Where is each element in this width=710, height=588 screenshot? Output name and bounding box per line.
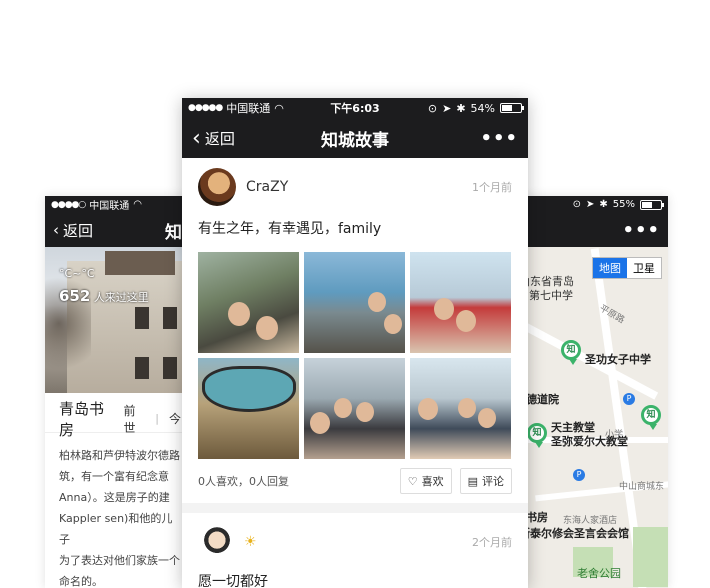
comment-icon: ▤ xyxy=(467,474,478,488)
map-label: 斯泰尔修会圣言会会馆 xyxy=(519,527,629,540)
map-mode-button[interactable]: 地图 xyxy=(593,258,627,278)
back-button[interactable]: ‹ 返回 xyxy=(53,220,93,241)
transit-icon: P xyxy=(573,469,585,481)
chevron-left-icon: ‹ xyxy=(53,221,59,239)
post-photo[interactable] xyxy=(198,252,299,353)
wifi-icon: ◠ xyxy=(133,199,142,210)
post-text: 有生之年，有幸遇见，family xyxy=(198,221,382,237)
left-phone-screen: ●●●●○ 中国联通 ◠ ‹ 返回 知 °C~°C 652 人来过这里 青岛书房… xyxy=(45,196,195,588)
post-text: 愿一切都好 xyxy=(198,574,268,588)
transit-icon: P xyxy=(623,393,635,405)
carrier-label: 中国联通 xyxy=(89,201,130,212)
story-pin-icon[interactable]: 知 xyxy=(527,423,547,448)
sun-icon: ☀ xyxy=(244,534,257,550)
post-header: ☀ 2个月前 xyxy=(198,513,512,565)
map-type-toggle[interactable]: 地图 卫星 xyxy=(592,257,662,279)
place-name: 青岛书房 xyxy=(59,399,105,439)
post-photo[interactable] xyxy=(410,358,511,459)
story-pin-icon[interactable]: 知 xyxy=(641,405,661,430)
comment-button[interactable]: ▤ 评论 xyxy=(459,468,512,494)
post-photo[interactable] xyxy=(304,252,405,353)
battery-icon xyxy=(500,103,524,113)
post-photo[interactable] xyxy=(198,358,299,459)
post-photo[interactable] xyxy=(410,252,511,353)
window xyxy=(163,357,177,379)
place-description: 柏林路和芦伊特波尔德路 筑，有一个富有纪念意 Anna）。这是房子的建 Kapp… xyxy=(59,449,180,588)
map-label: 老舍公园 xyxy=(577,567,621,580)
tab-present[interactable]: 今 xyxy=(169,410,181,427)
map-label: 小学 xyxy=(605,430,624,440)
post-photo[interactable] xyxy=(304,358,405,459)
map-view[interactable]: 地图 卫星 山东省青岛 第七中学 平原路 知 圣功女子中学 东德道院 P 知 知… xyxy=(515,247,668,588)
place-header: 青岛书房 前世 | 今 xyxy=(45,393,195,439)
back-label: 返回 xyxy=(63,221,94,240)
visit-count: 652 人来过这里 xyxy=(59,287,149,305)
tab-past[interactable]: 前世 xyxy=(123,402,145,436)
right-phone-screen: ⊙ ➤ ✱ 55% ••• 地图 卫星 山东省青岛 第七中学 平原路 知 圣功女… xyxy=(515,196,668,588)
post-actions: 0人喜欢，0人回复 ♡ 喜欢 ▤ 评论 xyxy=(198,459,512,503)
username[interactable]: CraZY xyxy=(246,179,288,195)
window xyxy=(135,307,149,329)
back-button[interactable]: ‹ 返回 xyxy=(192,126,235,151)
post-header: CraZY 1个月前 xyxy=(198,158,512,210)
status-right: ⊙ ➤ ✱ 55% xyxy=(572,199,664,210)
post-stats: 0人喜欢，0人回复 xyxy=(198,475,289,488)
back-label: 返回 xyxy=(204,129,235,148)
roof-image xyxy=(105,251,175,275)
nav-bar: ••• xyxy=(515,213,668,247)
heart-icon: ♡ xyxy=(407,474,418,488)
visit-number: 652 xyxy=(59,287,91,305)
map-label: 第七中学 xyxy=(529,289,573,302)
status-bar: ●●●●● 中国联通 ◠ 下午6:03 ⊙ ➤ ✱ 54% xyxy=(182,98,528,118)
satellite-mode-button[interactable]: 卫星 xyxy=(627,258,661,278)
chevron-left-icon: ‹ xyxy=(192,125,201,151)
temperature-label: °C~°C xyxy=(59,267,95,280)
post-time: 2个月前 xyxy=(472,536,512,549)
photo-grid xyxy=(198,252,512,459)
more-button[interactable]: ••• xyxy=(480,128,518,149)
story-pin-icon[interactable]: 知 xyxy=(561,340,581,365)
story-card: ☀ 2个月前 愿一切都好 xyxy=(182,513,528,588)
location-arrow-icon: ➤ xyxy=(585,199,595,210)
map-label: 圣功女子中学 xyxy=(585,353,651,366)
app-showcase: ●●●●○ 中国联通 ◠ ‹ 返回 知 °C~°C 652 人来过这里 青岛书房… xyxy=(0,0,710,588)
like-label: 喜欢 xyxy=(421,475,444,488)
center-phone-screen: ●●●●● 中国联通 ◠ 下午6:03 ⊙ ➤ ✱ 54% ‹ 返回 知城故事 … xyxy=(182,98,528,588)
nav-bar: ‹ 返回 知 xyxy=(45,213,195,247)
card-divider xyxy=(182,503,528,513)
avatar[interactable] xyxy=(198,168,236,206)
place-photo: °C~°C 652 人来过这里 xyxy=(45,247,195,393)
battery-label: 55% xyxy=(612,199,635,210)
status-bar: ⊙ ➤ ✱ 55% xyxy=(515,196,668,213)
nav-bar: ‹ 返回 知城故事 ••• xyxy=(182,118,528,158)
signal-icon: ●●●●○ xyxy=(51,199,86,210)
map-label: 中山商城东 xyxy=(619,482,665,492)
visit-suffix: 人来过这里 xyxy=(93,291,149,304)
window xyxy=(163,307,177,329)
bluetooth-icon: ✱ xyxy=(599,199,608,210)
avatar[interactable] xyxy=(198,523,236,561)
window xyxy=(135,357,149,379)
tab-divider: | xyxy=(155,412,159,425)
clock-label: 下午6:03 xyxy=(330,102,380,115)
status-bar: ●●●●○ 中国联通 ◠ xyxy=(45,196,195,213)
comment-label: 评论 xyxy=(482,475,504,488)
like-button[interactable]: ♡ 喜欢 xyxy=(399,468,452,494)
story-card: CraZY 1个月前 有生之年，有幸遇见，family 0人喜欢，0人回复 ♡ … xyxy=(182,158,528,503)
post-time: 1个月前 xyxy=(472,181,512,194)
more-button[interactable]: ••• xyxy=(622,220,660,241)
battery-icon xyxy=(640,199,664,210)
park-area xyxy=(633,527,668,587)
rotation-lock-icon: ⊙ xyxy=(572,199,581,210)
